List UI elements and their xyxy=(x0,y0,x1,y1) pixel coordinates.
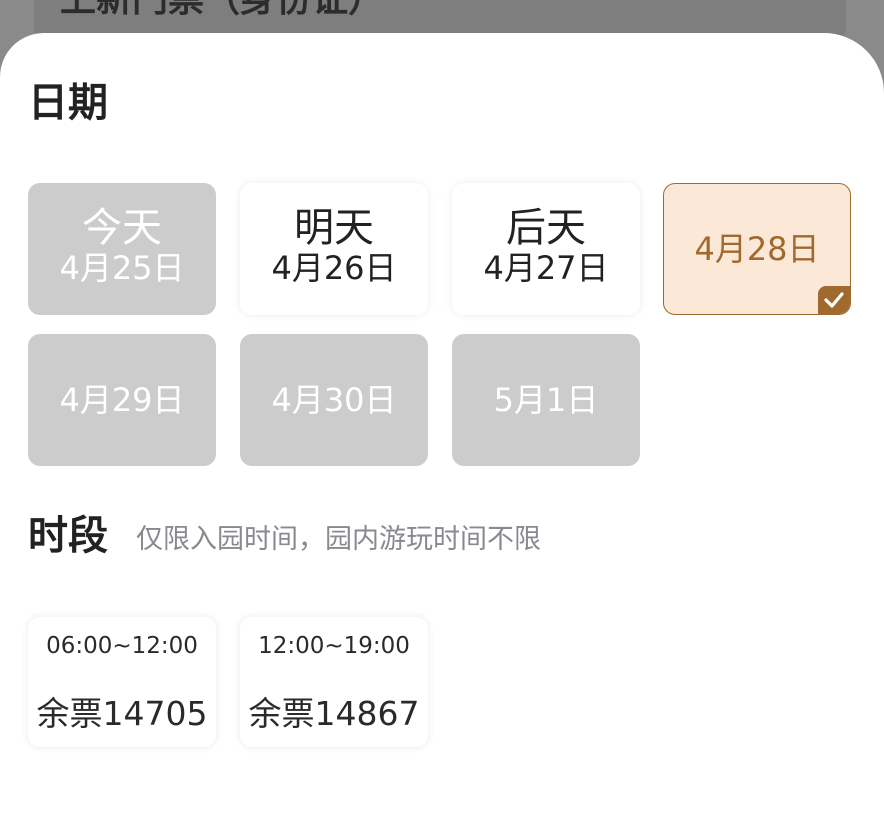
date-option-apr26[interactable]: 明天 4月26日 xyxy=(240,183,428,315)
date-option-apr25[interactable]: 今天 4月25日 xyxy=(28,183,216,315)
slot-time-range: 06:00~12:00 xyxy=(46,633,198,659)
date-value: 4月27日 xyxy=(483,249,609,287)
date-option-apr27[interactable]: 后天 4月27日 xyxy=(452,183,640,315)
time-slot-note: 仅限入园时间，园内游玩时间不限 xyxy=(136,524,541,555)
background-ticket-title: 上新门票（身份证） xyxy=(60,0,384,22)
date-value: 4月30日 xyxy=(271,381,397,419)
date-value: 4月25日 xyxy=(59,249,185,287)
date-section-title: 日期 xyxy=(28,80,108,126)
date-option-apr29[interactable]: 4月29日 xyxy=(28,334,216,466)
date-value: 5月1日 xyxy=(493,381,599,419)
slot-remaining-tickets: 余票14867 xyxy=(248,694,420,733)
check-icon xyxy=(818,286,850,314)
date-option-apr30[interactable]: 4月30日 xyxy=(240,334,428,466)
date-day-label: 今天 xyxy=(82,205,162,251)
date-value: 4月29日 xyxy=(59,381,185,419)
slot-remaining-tickets: 余票14705 xyxy=(36,694,208,733)
date-value: 4月28日 xyxy=(694,230,820,268)
slot-time-range: 12:00~19:00 xyxy=(258,633,410,659)
time-slot-morning[interactable]: 06:00~12:00 余票14705 xyxy=(28,617,216,747)
date-value: 4月26日 xyxy=(271,249,397,287)
date-day-label: 明天 xyxy=(294,205,374,251)
time-slot-afternoon[interactable]: 12:00~19:00 余票14867 xyxy=(240,617,428,747)
date-option-apr28[interactable]: 4月28日 xyxy=(663,183,851,315)
date-day-label: 后天 xyxy=(506,205,586,251)
date-option-may1[interactable]: 5月1日 xyxy=(452,334,640,466)
time-slot-section-title: 时段 xyxy=(28,513,108,559)
